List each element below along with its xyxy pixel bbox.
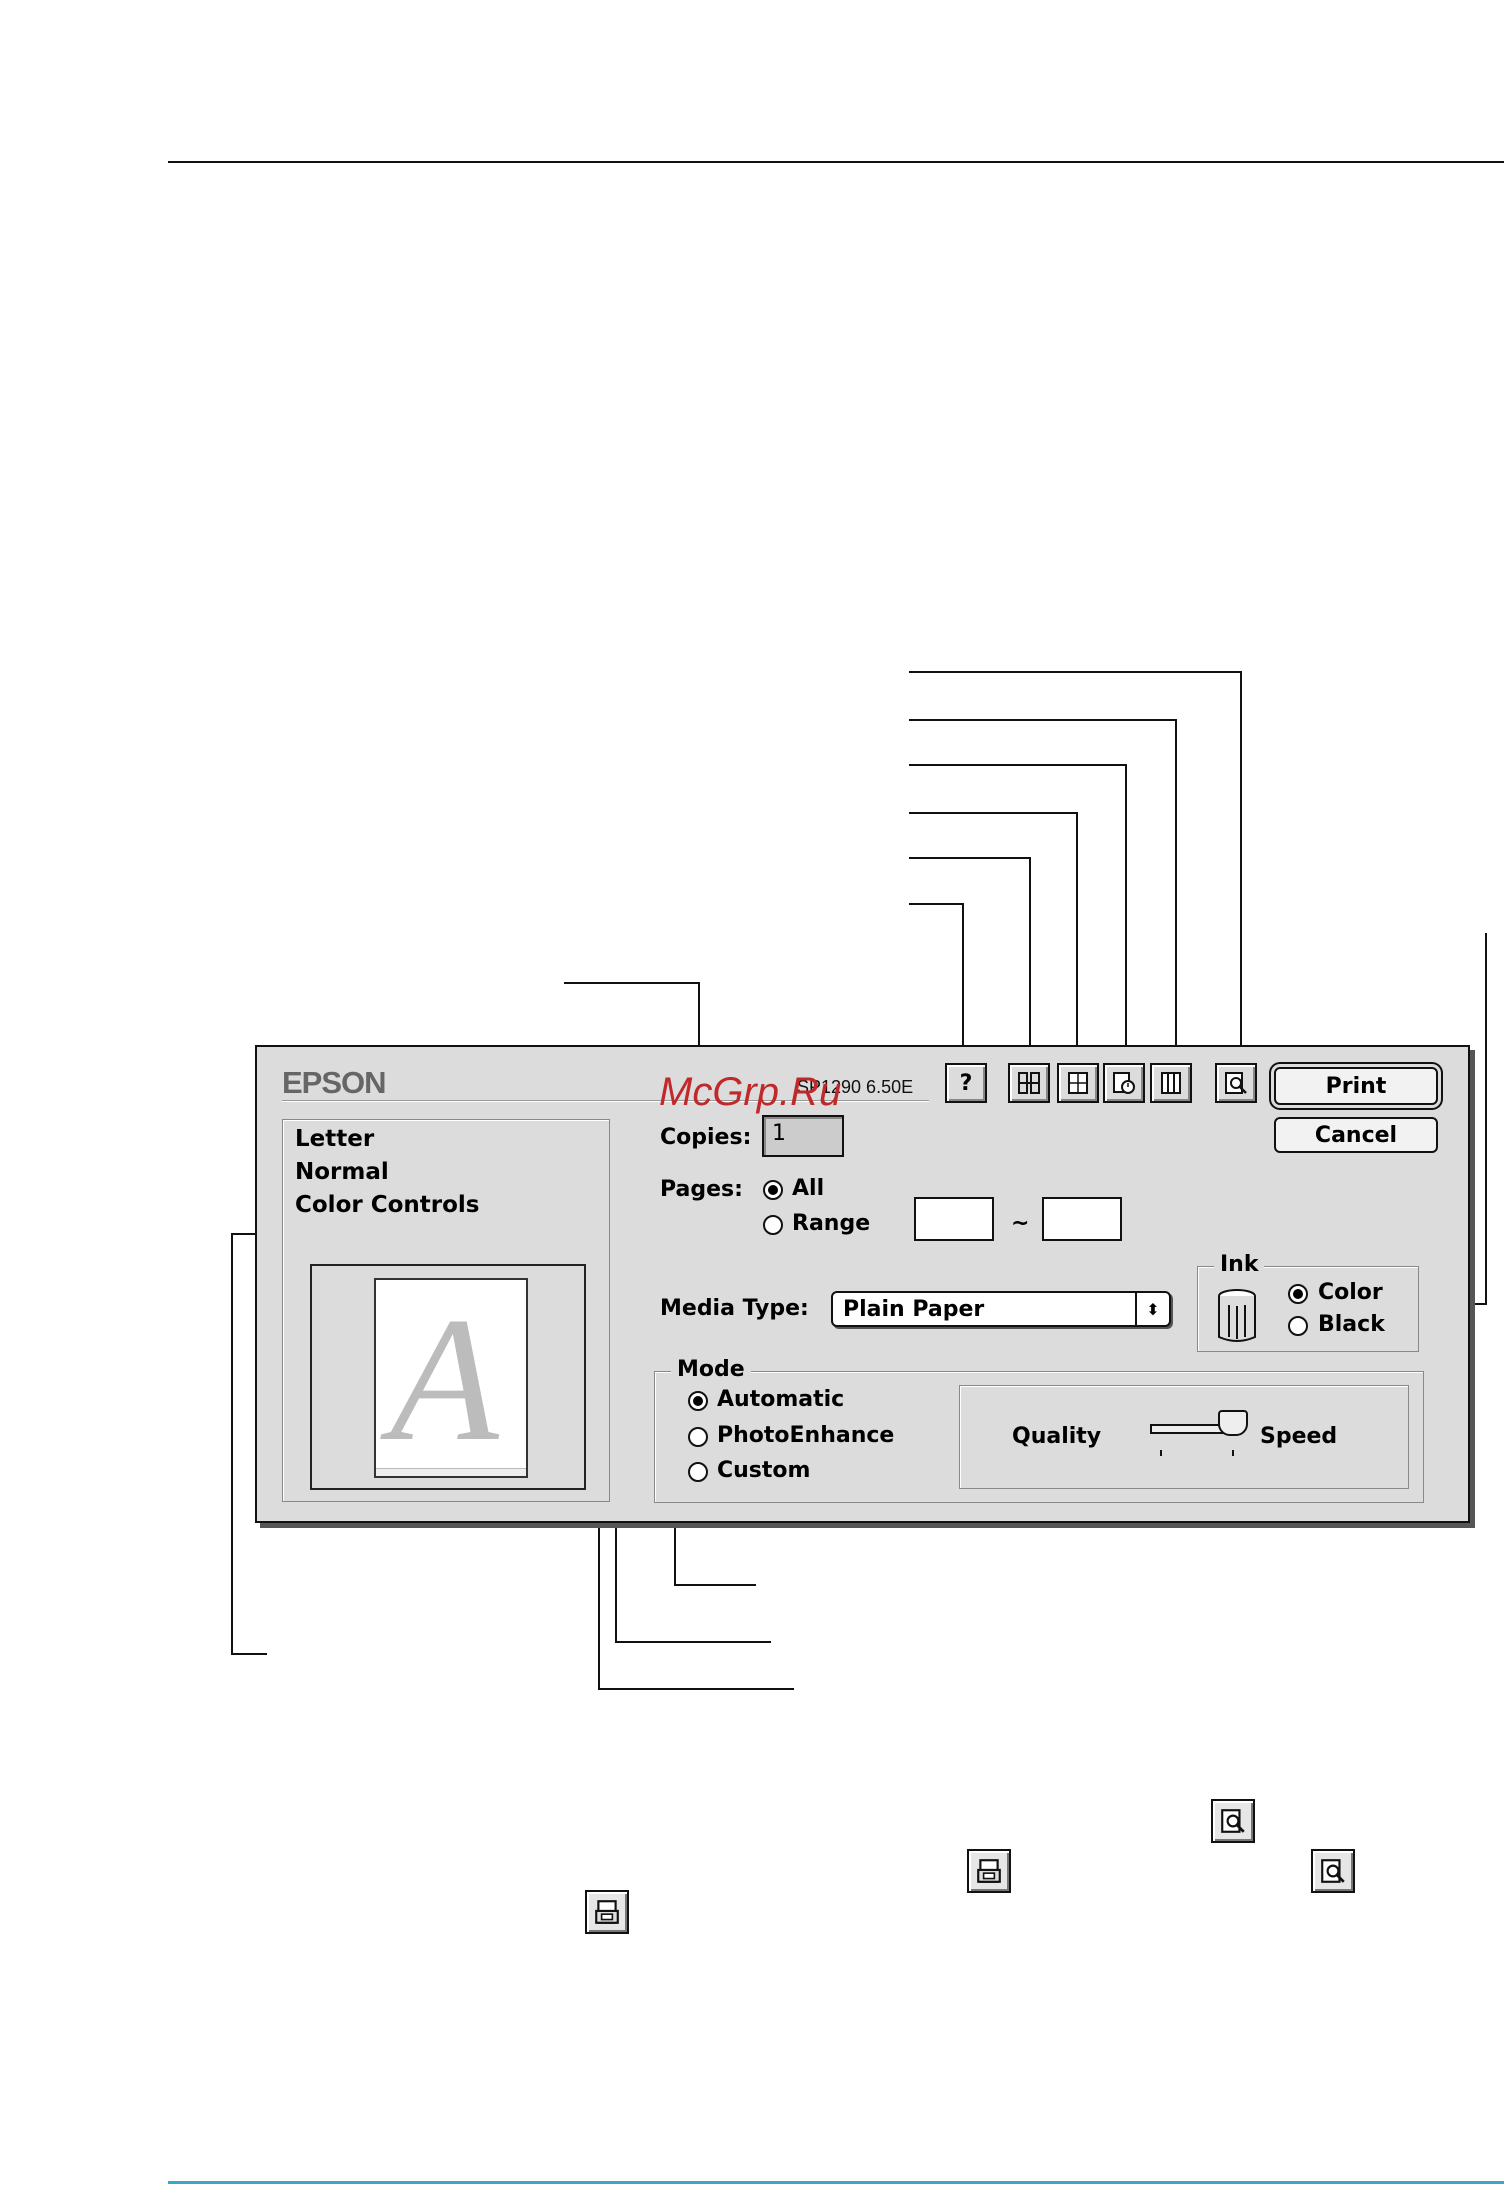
pages-all-label: All — [792, 1176, 825, 1201]
help-button[interactable]: ? — [945, 1063, 987, 1103]
bottom-rule — [168, 2181, 1504, 2184]
preview-icon — [1311, 1849, 1355, 1893]
print-options-button[interactable] — [1150, 1063, 1192, 1103]
save-file-icon — [585, 1890, 629, 1934]
ink-cartridge-icon — [1218, 1289, 1256, 1342]
copies-label: Copies: — [660, 1125, 752, 1150]
mode-custom-label: Custom — [717, 1458, 811, 1483]
print-options-icon — [1161, 1072, 1181, 1094]
mode-group: Mode Automatic PhotoEnhance Custom Quali… — [654, 1357, 1424, 1503]
speed-label: Speed — [1260, 1424, 1338, 1449]
preview-icon — [1211, 1799, 1255, 1843]
mode-custom-radio[interactable] — [688, 1462, 708, 1482]
summary-color-mode: Color Controls — [295, 1192, 480, 1218]
ink-group: Ink Color Black — [1197, 1252, 1419, 1352]
popup-arrows-icon: ⬍ — [1135, 1293, 1169, 1325]
pages-all-radio[interactable] — [763, 1180, 783, 1200]
watermark-text: McGrp.Ru — [659, 1070, 842, 1114]
mode-group-title: Mode — [671, 1357, 751, 1382]
brand-logo: EPSON — [282, 1065, 387, 1100]
preview-letter: A — [390, 1280, 499, 1478]
settings-summary-panel: Letter Normal Color Controls A — [282, 1119, 610, 1502]
preview-sheet: A — [374, 1278, 528, 1478]
preview-icon — [1225, 1072, 1247, 1094]
pages-range-label: Range — [792, 1211, 871, 1236]
range-from-input[interactable] — [914, 1197, 994, 1241]
quality-speed-slider-thumb[interactable] — [1218, 1410, 1248, 1436]
ink-black-label: Black — [1318, 1312, 1385, 1337]
media-type-label: Media Type: — [660, 1296, 809, 1321]
cancel-button[interactable]: Cancel — [1274, 1117, 1438, 1153]
range-separator: ~ — [1011, 1211, 1030, 1236]
background-print-button[interactable] — [1103, 1063, 1145, 1103]
utility-button[interactable] — [1008, 1063, 1050, 1103]
mode-automatic-label: Automatic — [717, 1387, 845, 1412]
quality-label: Quality — [1012, 1424, 1102, 1449]
print-button[interactable]: Print — [1274, 1067, 1438, 1105]
top-rule — [168, 161, 1504, 163]
help-icon: ? — [959, 1070, 973, 1096]
preview-button[interactable] — [1215, 1063, 1257, 1103]
utility-icon — [1018, 1072, 1040, 1094]
range-to-input[interactable] — [1042, 1197, 1122, 1241]
media-type-select[interactable]: Plain Paper ⬍ — [831, 1291, 1171, 1327]
media-type-value: Plain Paper — [843, 1297, 985, 1322]
mode-automatic-radio[interactable] — [688, 1391, 708, 1411]
copies-input[interactable]: 1 — [762, 1115, 844, 1157]
pages-range-radio[interactable] — [763, 1215, 783, 1235]
print-dialog: EPSON SP1290 6.50E McGrp.Ru ? Print Canc… — [255, 1045, 1470, 1523]
ink-group-title: Ink — [1214, 1252, 1265, 1277]
save-file-icon — [967, 1849, 1011, 1893]
pages-label: Pages: — [660, 1177, 743, 1202]
summary-paper-size: Letter — [295, 1126, 375, 1152]
ink-black-radio[interactable] — [1288, 1316, 1308, 1336]
layout-icon — [1068, 1072, 1088, 1094]
layout-button[interactable] — [1057, 1063, 1099, 1103]
mode-photoenhance-label: PhotoEnhance — [717, 1423, 895, 1448]
ink-color-radio[interactable] — [1288, 1284, 1308, 1304]
mode-photoenhance-radio[interactable] — [688, 1427, 708, 1447]
ink-color-label: Color — [1318, 1280, 1383, 1305]
page-preview: A — [310, 1264, 586, 1490]
summary-print-quality: Normal — [295, 1159, 389, 1185]
quality-speed-panel: Quality Speed — [959, 1385, 1409, 1489]
background-print-icon — [1113, 1072, 1135, 1094]
